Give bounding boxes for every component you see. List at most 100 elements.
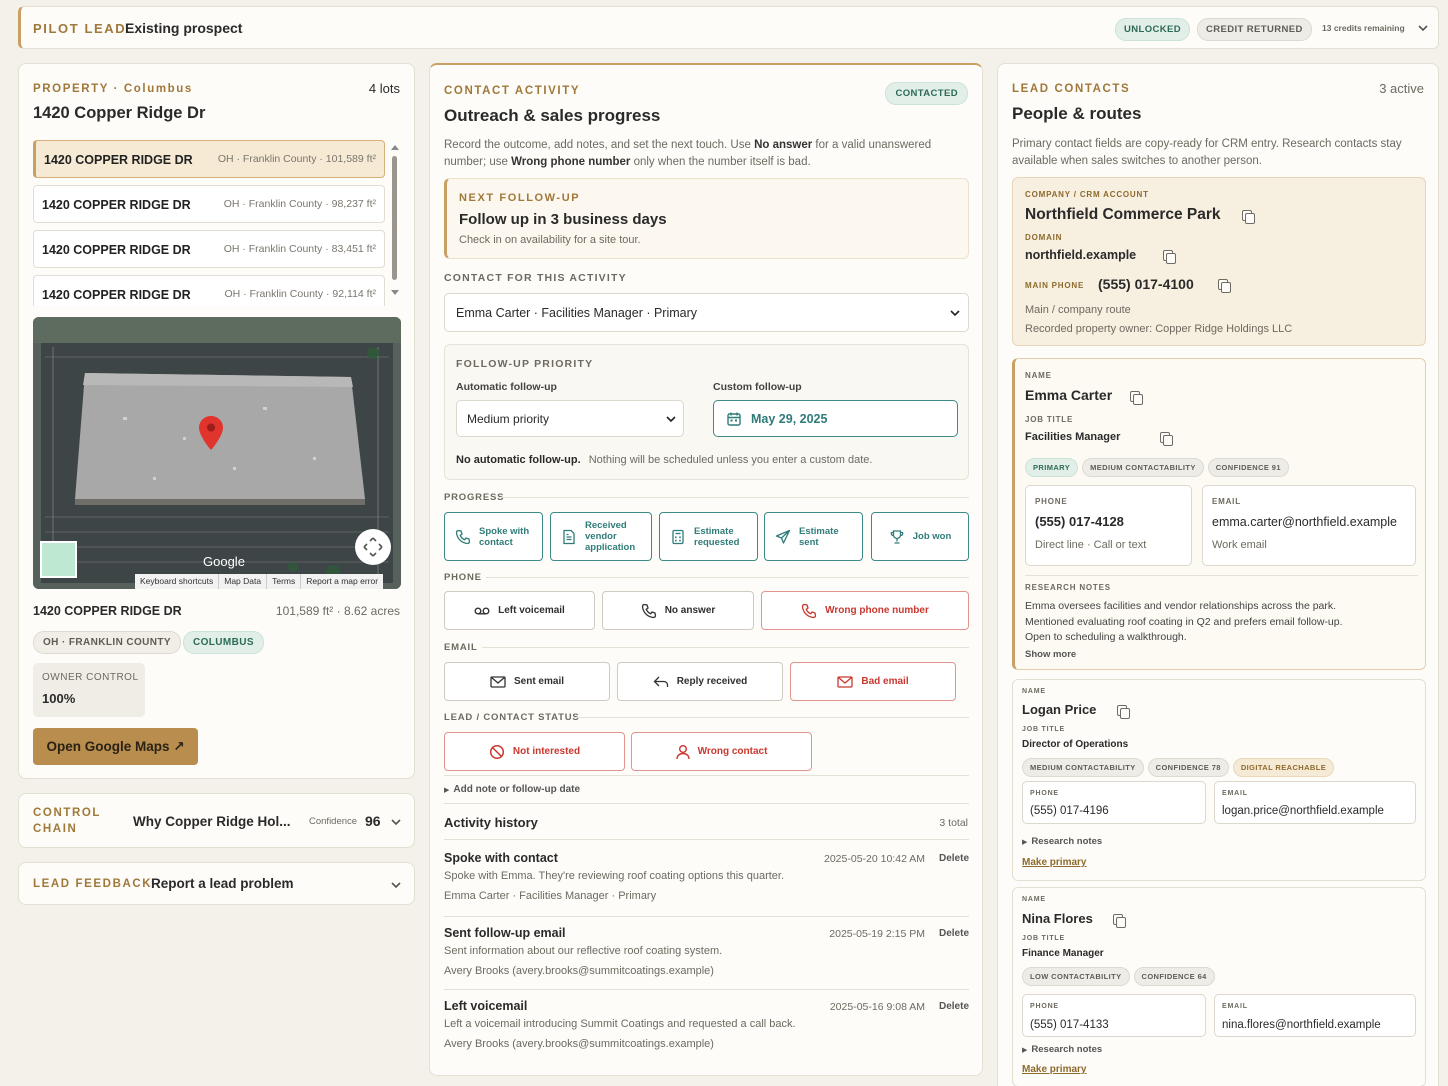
bad-email-button[interactable]: Bad email bbox=[790, 662, 956, 701]
button-label: Bad email bbox=[861, 676, 909, 687]
phone-label: PHONE bbox=[1035, 497, 1068, 506]
satellite-map[interactable]: Google Keyboard shortcuts Map Data Terms… bbox=[33, 317, 401, 589]
show-more-link[interactable]: Show more bbox=[1025, 649, 1076, 660]
report-map-error-link[interactable]: Report a map error bbox=[301, 574, 383, 589]
desc-text: for a valid unanswered bbox=[812, 139, 932, 151]
button-label: Sent email bbox=[513, 676, 565, 687]
estimate-sent-button[interactable]: Estimate sent bbox=[764, 512, 863, 561]
phone-box[interactable]: PHONE (555) 017-4133 bbox=[1022, 994, 1206, 1037]
progress-label: PROGRESS bbox=[444, 492, 505, 503]
make-primary-link[interactable]: Make primary bbox=[1022, 1064, 1086, 1075]
confidence-tag: CONFIDENCE 91 bbox=[1207, 458, 1289, 477]
copy-icon[interactable] bbox=[1242, 210, 1255, 224]
map-data-link[interactable]: Map Data bbox=[219, 574, 268, 589]
custom-date-input[interactable]: May 29, 2025 bbox=[713, 400, 958, 437]
terms-link[interactable]: Terms bbox=[267, 574, 302, 589]
map-recenter-button[interactable] bbox=[355, 529, 391, 565]
received-vendor-application-button[interactable]: Received vendor application bbox=[550, 512, 652, 561]
research-notes-toggle[interactable]: ▶ Research notes bbox=[1022, 1044, 1102, 1055]
email-box[interactable]: EMAIL nina.flores@northfield.example bbox=[1214, 994, 1416, 1037]
phone-box[interactable]: PHONE (555) 017-4196 bbox=[1022, 781, 1206, 824]
label-line: sent bbox=[799, 536, 819, 548]
spoke-with-contact-button[interactable]: Spoke with contact bbox=[444, 512, 543, 561]
lot-list[interactable]: 1420 COPPER RIDGE DR OH · Franklin Count… bbox=[19, 140, 416, 306]
lot-meta: OH · Franklin County · 92,114 ft² bbox=[224, 288, 376, 300]
make-primary-link[interactable]: Make primary bbox=[1022, 857, 1086, 868]
delete-button[interactable]: Delete bbox=[939, 928, 969, 939]
phone-box[interactable]: PHONE (555) 017-4128 Direct line · Call … bbox=[1025, 485, 1192, 566]
contacted-badge: CONTACTED bbox=[885, 82, 968, 105]
wrong-phone-number-button[interactable]: Wrong phone number bbox=[761, 591, 969, 630]
confidence-tag: CONFIDENCE 64 bbox=[1133, 967, 1215, 986]
add-note-toggle[interactable]: ▶ Add note or follow-up date bbox=[444, 784, 580, 795]
lot-item-selected[interactable]: 1420 COPPER RIDGE DR OH · Franklin Count… bbox=[33, 140, 385, 178]
lead-feedback-label: LEAD FEEDBACK bbox=[33, 878, 153, 890]
delete-button[interactable]: Delete bbox=[939, 1001, 969, 1012]
scroll-thumb[interactable] bbox=[392, 156, 397, 280]
confidence-label: Confidence bbox=[309, 816, 358, 827]
button-label: Received vendor application bbox=[585, 520, 635, 553]
desc-bold: No answer bbox=[754, 139, 813, 151]
email-box[interactable]: EMAIL emma.carter@northfield.example Wor… bbox=[1202, 485, 1416, 566]
research-notes-toggle[interactable]: ▶ Research notes bbox=[1022, 836, 1102, 847]
control-chain-label-2: CHAIN bbox=[33, 823, 78, 835]
triangle-right-icon: ▶ bbox=[1022, 1047, 1028, 1054]
selected-lot-name: 1420 COPPER RIDGE DR bbox=[33, 604, 182, 618]
divider bbox=[444, 916, 969, 917]
triangle-right-icon: ▶ bbox=[1022, 839, 1028, 846]
keyboard-shortcuts-link[interactable]: Keyboard shortcuts bbox=[135, 574, 220, 589]
estimate-requested-button[interactable]: Estimate requested bbox=[659, 512, 758, 561]
chevron-down-icon[interactable] bbox=[390, 817, 402, 827]
lot-meta: OH · Franklin County · 101,589 ft² bbox=[217, 153, 376, 165]
main-phone: (555) 017-4100 bbox=[1098, 276, 1194, 292]
copy-icon[interactable] bbox=[1113, 914, 1126, 928]
map-thumbnail[interactable] bbox=[40, 541, 77, 578]
button-label: Estimate requested bbox=[694, 526, 739, 548]
left-voicemail-button[interactable]: Left voicemail bbox=[444, 591, 595, 630]
confidence-value: 96 bbox=[365, 813, 381, 829]
history-time: 2025-05-19 2:15 PM bbox=[829, 928, 925, 940]
copy-icon[interactable] bbox=[1163, 250, 1176, 264]
control-chain-card[interactable]: CONTROL CHAIN Why Copper Ridge Hol... Co… bbox=[18, 793, 415, 848]
desc-line: available when sales switches to another… bbox=[1012, 155, 1262, 167]
wrong-contact-button[interactable]: Wrong contact bbox=[631, 732, 812, 771]
lot-item[interactable]: 1420 COPPER RIDGE DR OH · Franklin Count… bbox=[33, 275, 385, 306]
map-pin-icon[interactable] bbox=[199, 416, 223, 450]
lot-item[interactable]: 1420 COPPER RIDGE DR OH · Franklin Count… bbox=[33, 185, 385, 223]
toggle-label: Research notes bbox=[1031, 836, 1103, 847]
lots-count: 4 lots bbox=[368, 81, 400, 96]
label-line: Received bbox=[585, 520, 627, 531]
copy-icon[interactable] bbox=[1130, 391, 1143, 405]
reply-received-button[interactable]: Reply received bbox=[617, 662, 783, 701]
priority-select[interactable]: Medium priority bbox=[456, 400, 684, 437]
no-answer-button[interactable]: No answer bbox=[602, 591, 754, 630]
lead-feedback-card[interactable]: LEAD FEEDBACK Report a lead problem bbox=[18, 862, 415, 905]
delete-button[interactable]: Delete bbox=[939, 853, 969, 864]
label-line: vendor bbox=[585, 531, 617, 542]
email-label: EMAIL bbox=[444, 642, 478, 653]
email-box[interactable]: EMAIL logan.price@northfield.example bbox=[1214, 781, 1416, 824]
copy-icon[interactable] bbox=[1160, 432, 1173, 446]
sent-email-button[interactable]: Sent email bbox=[444, 662, 610, 701]
job-won-button[interactable]: Job won bbox=[871, 512, 969, 561]
desc-text: Record the outcome, add notes, and set t… bbox=[444, 139, 755, 151]
contact-name: Emma Carter bbox=[1025, 387, 1113, 403]
scroll-down-icon[interactable] bbox=[391, 290, 399, 296]
lot-list-scrollbar[interactable] bbox=[391, 144, 399, 304]
owner-control-label: OWNER CONTROL bbox=[42, 672, 139, 683]
not-interested-button[interactable]: Not interested bbox=[444, 732, 625, 771]
main-phone-label: MAIN PHONE bbox=[1025, 281, 1085, 290]
contact-email: emma.carter@northfield.example bbox=[1212, 515, 1397, 529]
chevron-down-icon[interactable] bbox=[1417, 23, 1429, 33]
scroll-up-icon[interactable] bbox=[391, 144, 399, 150]
activity-history-count: 3 total bbox=[939, 817, 968, 829]
confidence-tag: CONFIDENCE 78 bbox=[1147, 758, 1229, 777]
chevron-down-icon[interactable] bbox=[390, 880, 402, 890]
copy-icon[interactable] bbox=[1218, 279, 1231, 293]
copy-icon[interactable] bbox=[1117, 705, 1130, 719]
contact-select[interactable]: Emma Carter · Facilities Manager · Prima… bbox=[444, 293, 969, 332]
contact-name: Nina Flores bbox=[1022, 911, 1093, 926]
contactability-tag: MEDIUM CONTACTABILITY bbox=[1022, 758, 1144, 777]
open-google-maps-button[interactable]: Open Google Maps ↗ bbox=[33, 728, 198, 765]
lot-item[interactable]: 1420 COPPER RIDGE DR OH · Franklin Count… bbox=[33, 230, 385, 268]
